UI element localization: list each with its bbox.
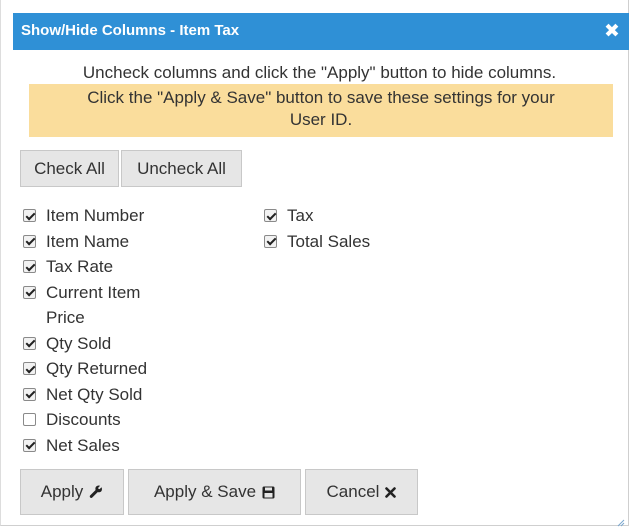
apply-and-save-button-label: Apply & Save [153,482,257,501]
checkbox[interactable] [23,260,36,273]
save-notice-line-1: Click the "Apply & Save" button to save … [87,88,555,107]
apply-button-label: Apply [40,482,84,501]
column-option-label: Discounts [46,410,121,429]
uncheck-all-button[interactable]: Uncheck All [121,150,242,187]
column-option-tax[interactable]: Tax [264,203,464,229]
column-option-qty-sold[interactable]: Qty Sold [23,331,243,357]
checkbox[interactable] [23,362,36,375]
column-option-label: Item Number [46,206,145,225]
close-icon[interactable]: ✖ [602,20,622,42]
checkbox[interactable] [23,413,36,426]
apply-button[interactable]: Apply [20,469,124,515]
floppy-disk-icon [262,486,275,499]
column-option-total-sales[interactable]: Total Sales [264,229,464,255]
column-option-label: Item Name [46,231,130,251]
column-option-label: Qty Sold [46,333,112,353]
check-all-button[interactable]: Check All [20,150,119,187]
column-option-label: Total Sales [287,231,371,251]
cancel-button-label: Cancel [326,482,380,501]
checkbox[interactable] [264,234,277,248]
checkbox[interactable] [23,336,36,350]
column-option-label: Qty Returned [46,359,148,378]
show-hide-columns-dialog: Show/Hide Columns - Item Tax ✖ Uncheck c… [0,0,629,527]
checkbox[interactable] [23,209,36,222]
checkbox[interactable] [264,209,277,222]
close-icon [385,486,397,498]
column-option-tax-rate[interactable]: Tax Rate [23,254,243,280]
column-option-qty-returned[interactable]: Qty Returned [23,356,243,382]
dialog-title: Show/Hide Columns - Item Tax [21,22,240,39]
checkbox[interactable] [23,234,36,248]
instructions-text: Uncheck columns and click the "Apply" bu… [82,63,557,82]
column-list-left: Item Number Item Name Tax Rate Current I… [23,203,243,458]
column-option-discounts[interactable]: Discounts [23,407,243,433]
column-option-label: Tax Rate [46,257,114,276]
save-notice: Click the "Apply & Save" button to save … [29,84,613,137]
column-option-current-item-price[interactable]: Current Item Price [23,280,243,331]
column-option-item-number[interactable]: Item Number [23,203,243,229]
column-list-right: Tax Total Sales [264,203,464,254]
wrench-icon [89,485,103,499]
column-option-label: Net Qty Sold [46,384,143,404]
save-notice-line-2: User ID. [289,110,353,129]
column-option-label: Net Sales [46,435,120,455]
column-option-label: Tax [287,206,314,225]
column-option-item-name[interactable]: Item Name [23,229,243,255]
apply-and-save-button[interactable]: Apply & Save [128,469,301,515]
column-option-net-sales[interactable]: Net Sales [23,433,243,459]
checkbox[interactable] [23,285,36,299]
column-option-net-qty-sold[interactable]: Net Qty Sold [23,382,243,408]
dialog-titlebar[interactable]: Show/Hide Columns - Item Tax ✖ [13,13,629,50]
column-option-label: Current Item Price [46,282,141,328]
checkbox[interactable] [23,387,36,401]
resize-handle-icon[interactable] [617,514,625,527]
checkbox[interactable] [23,438,36,452]
cancel-button[interactable]: Cancel [305,469,418,515]
